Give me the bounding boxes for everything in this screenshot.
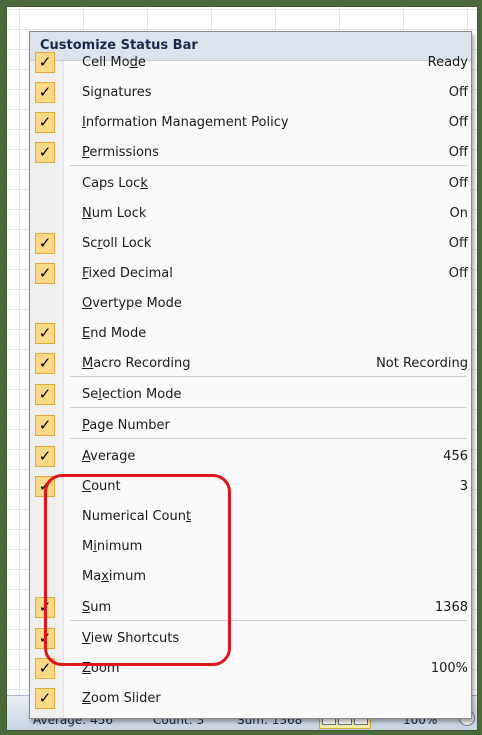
label-pre: Se	[82, 387, 99, 402]
menu-separator	[70, 407, 467, 408]
label-post: oom Slider	[90, 691, 161, 706]
checkmark-icon: ✓	[35, 353, 55, 374]
menu-item-label: Signatures	[82, 85, 152, 100]
menu-item-label: End Mode	[82, 326, 146, 341]
label-post: verage	[90, 449, 136, 464]
menu-item-value: Not Recording	[376, 356, 468, 371]
label-accelerator: E	[82, 326, 91, 341]
checkmark-icon: ✓	[35, 142, 55, 163]
checkmark-icon: ✓	[35, 112, 55, 133]
menu-item-macro-recording[interactable]: ✓ Macro Recording Not Recording	[30, 349, 471, 379]
label-accelerator: Z	[82, 691, 91, 706]
menu-item-caps-lock[interactable]: Caps Lock Off	[30, 169, 471, 199]
checkmark-icon: ✓	[35, 52, 55, 73]
menu-item-label: Zoom Slider	[82, 691, 161, 706]
menu-item-permissions[interactable]: ✓ Permissions Off	[30, 138, 471, 168]
menu-item-value: Off	[448, 176, 468, 191]
checkmark-icon: ✓	[35, 323, 55, 344]
menu-item-label: Num Lock	[82, 206, 146, 221]
menu-item-scroll-lock[interactable]: ✓ Scroll Lock Off	[30, 229, 471, 259]
menu-item-label: Scroll Lock	[82, 236, 151, 251]
customize-status-bar-menu: Customize Status Bar ✓ Cell Mode Ready ✓ Sig…	[29, 31, 472, 719]
checkmark-icon: ✓	[35, 263, 55, 284]
label-post: ermissions	[89, 145, 159, 160]
label-accelerator: M	[82, 356, 94, 371]
menu-item-value: Off	[448, 85, 468, 100]
label-post: oll Lock	[102, 236, 152, 251]
checkmark-icon: ✓	[35, 384, 55, 405]
label-post: nformation Management Policy	[85, 115, 289, 130]
checkmark-icon: ✓	[35, 82, 55, 103]
label-accelerator: N	[82, 206, 92, 221]
menu-item-value: On	[449, 206, 468, 221]
menu-item-label: Caps Lock	[82, 176, 148, 191]
menu-item-cell-mode[interactable]: ✓ Cell Mode Ready	[30, 48, 471, 78]
menu-item-value: Off	[448, 115, 468, 130]
label-pre: Caps Loc	[82, 176, 141, 191]
menu-item-value: 3	[459, 479, 468, 494]
label-post: nd Mode	[90, 326, 147, 341]
menu-separator	[70, 438, 467, 439]
menu-item-average[interactable]: ✓ Average 456	[30, 442, 471, 472]
excel-window: Average: 456 Count: 3 Sum: 1368 100% − C…	[6, 6, 478, 731]
menu-separator	[70, 165, 467, 166]
menu-item-value: 456	[443, 449, 468, 464]
label-pre: Sc	[82, 236, 98, 251]
menu-item-label: Overtype Mode	[82, 296, 182, 311]
menu-item-selection-mode[interactable]: ✓ Selection Mode	[30, 380, 471, 410]
menu-item-label: Cell Mode	[82, 55, 146, 70]
menu-item-value: Ready	[427, 55, 468, 70]
menu-item-value: Off	[448, 145, 468, 160]
label-post: vertype Mode	[92, 296, 182, 311]
checkmark-icon: ✓	[35, 233, 55, 254]
menu-item-label: Selection Mode	[82, 387, 181, 402]
checkmark-icon: ✓	[35, 688, 55, 709]
menu-item-value: 100%	[430, 661, 468, 676]
menu-item-fixed-decimal[interactable]: ✓ Fixed Decimal Off	[30, 259, 471, 289]
menu-item-value: Off	[448, 266, 468, 281]
menu-item-end-mode[interactable]: ✓ End Mode	[30, 319, 471, 349]
label-pre: Si	[82, 85, 94, 100]
label-post: acro Recording	[93, 356, 191, 371]
highlight-annotation	[44, 474, 231, 666]
label-post: ection Mode	[101, 387, 182, 402]
label-post: e	[137, 55, 146, 70]
menu-separator	[70, 376, 467, 377]
label-post: natures	[102, 85, 152, 100]
label-accelerator: g	[93, 85, 103, 100]
menu-item-information-management-policy[interactable]: ✓ Information Management Policy Off	[30, 108, 471, 138]
checkmark-icon: ✓	[35, 446, 55, 467]
menu-item-value: Off	[448, 236, 468, 251]
menu-item-label: Permissions	[82, 145, 159, 160]
label-post: um Lock	[91, 206, 147, 221]
label-accelerator: d	[129, 55, 138, 70]
menu-item-label: Page Number	[82, 418, 170, 433]
label-accelerator: O	[82, 296, 93, 311]
label-accelerator: k	[140, 176, 148, 191]
menu-item-label: Average	[82, 449, 135, 464]
label-pre: Cell Mo	[82, 55, 130, 70]
menu-item-overtype-mode[interactable]: Overtype Mode	[30, 289, 471, 319]
menu-item-page-number[interactable]: ✓ Page Number	[30, 411, 471, 441]
menu-item-label: Information Management Policy	[82, 115, 289, 130]
menu-item-num-lock[interactable]: Num Lock On	[30, 199, 471, 229]
menu-item-label: Fixed Decimal	[82, 266, 173, 281]
menu-item-signatures[interactable]: ✓ Signatures Off	[30, 78, 471, 108]
label-post: age Number	[89, 418, 170, 433]
menu-item-label: Macro Recording	[82, 356, 191, 371]
label-post: ixed Decimal	[88, 266, 173, 281]
label-accelerator: A	[82, 449, 91, 464]
checkmark-icon: ✓	[35, 415, 55, 436]
menu-item-value: 1368	[434, 600, 468, 615]
menu-item-zoom-slider[interactable]: ✓ Zoom Slider	[30, 684, 471, 714]
